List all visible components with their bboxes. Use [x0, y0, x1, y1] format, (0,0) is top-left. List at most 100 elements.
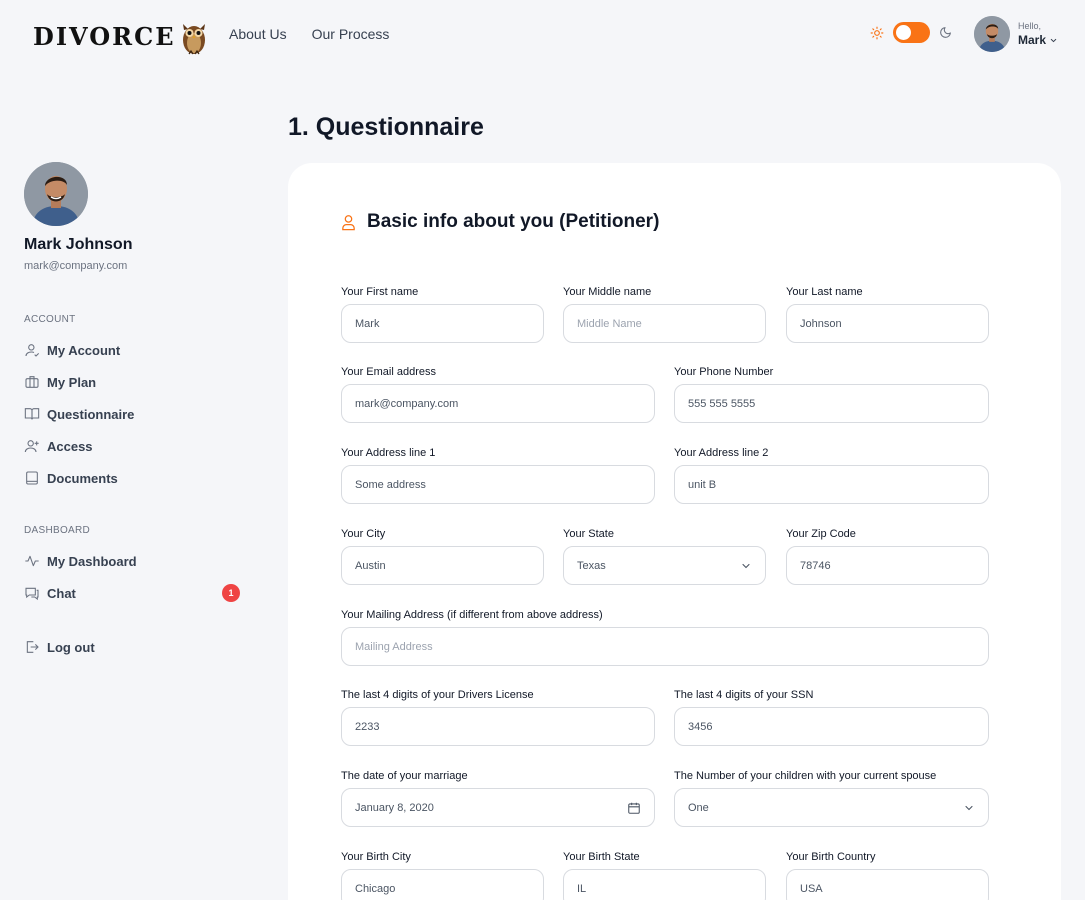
middle-name-field: Your Middle name Middle Name: [563, 285, 766, 343]
chat-icon: [24, 585, 40, 601]
moon-icon[interactable]: [939, 26, 952, 39]
document-icon: [24, 470, 40, 486]
marriage-date-input[interactable]: January 8, 2020: [341, 788, 655, 827]
toggle-knob: [896, 25, 911, 40]
birth-country-input[interactable]: USA: [786, 869, 989, 900]
logo-text: DIVORCE: [33, 21, 176, 51]
section-header: Basic info about you (Petitioner): [340, 211, 659, 233]
account-menu: My Account My Plan Questionnaire Access …: [24, 334, 244, 494]
profile-email: mark@company.com: [24, 260, 128, 272]
sidebar-item-label: My Plan: [47, 374, 97, 390]
sidebar-item-questionnaire[interactable]: Questionnaire: [24, 398, 244, 430]
address1-input[interactable]: Some address: [341, 465, 655, 504]
drivers-license-input[interactable]: 2233: [341, 707, 655, 746]
birth-state-input[interactable]: IL: [563, 869, 766, 900]
sun-icon[interactable]: [870, 26, 884, 40]
children-field: The Number of your children with your cu…: [674, 769, 989, 827]
top-header: DIVORCE About Us Our Process Hello, Mark: [0, 0, 1085, 68]
address1-field: Your Address line 1 Some address: [341, 446, 655, 504]
logo[interactable]: DIVORCE: [33, 16, 207, 56]
nav-about-us[interactable]: About Us: [229, 26, 287, 42]
email-field: Your Email address mark@company.com: [341, 365, 655, 423]
first-name-label: Your First name: [341, 286, 419, 298]
sidebar-item-label: Chat: [47, 585, 76, 601]
state-select[interactable]: Texas: [563, 546, 766, 585]
marriage-date-label: The date of your marriage: [341, 770, 468, 782]
address1-label: Your Address line 1: [341, 447, 436, 459]
phone-input[interactable]: 555 555 5555: [674, 384, 989, 423]
user-name-label: Mark: [1018, 33, 1047, 47]
chevron-down-icon: [963, 802, 975, 814]
theme-switcher: [870, 22, 952, 43]
sidebar-item-my-plan[interactable]: My Plan: [24, 366, 244, 398]
profile-name: Mark Johnson: [24, 236, 133, 253]
page-title: 1. Questionnaire: [288, 113, 484, 141]
city-field: Your City Austin: [341, 527, 544, 585]
drivers-license-field: The last 4 digits of your Drivers Licens…: [341, 688, 655, 746]
book-icon: [24, 406, 40, 422]
owl-logo-icon: [183, 24, 206, 55]
profile-avatar: [24, 162, 88, 226]
last-name-input[interactable]: Johnson: [786, 304, 989, 343]
first-name-field: Your First name Mark: [341, 285, 544, 343]
nav-our-process[interactable]: Our Process: [312, 26, 390, 42]
ssn-input[interactable]: 3456: [674, 707, 989, 746]
user-plus-icon: [24, 438, 40, 454]
logout-icon: [24, 639, 40, 655]
zip-field: Your Zip Code 78746: [786, 527, 989, 585]
last-name-label: Your Last name: [786, 286, 863, 298]
marriage-date-value: January 8, 2020: [355, 801, 434, 814]
children-label: The Number of your children with your cu…: [674, 770, 937, 782]
user-name: Mark: [1018, 34, 1058, 46]
dashboard-menu: My Dashboard Chat 1: [24, 545, 244, 609]
sidebar-item-access[interactable]: Access: [24, 430, 244, 462]
marriage-date-field: The date of your marriage January 8, 202…: [341, 769, 655, 827]
sidebar-item-my-dashboard[interactable]: My Dashboard: [24, 545, 244, 577]
birth-state-field: Your Birth State IL: [563, 850, 766, 900]
middle-name-input[interactable]: Middle Name: [563, 304, 766, 343]
sidebar-item-my-account[interactable]: My Account: [24, 334, 244, 366]
birth-city-field: Your Birth City Chicago: [341, 850, 544, 900]
city-input[interactable]: Austin: [341, 546, 544, 585]
account-section-heading: ACCOUNT: [24, 314, 76, 325]
birth-country-label: Your Birth Country: [786, 851, 876, 863]
drivers-license-label: The last 4 digits of your Drivers Licens…: [341, 689, 534, 701]
calendar-icon[interactable]: [627, 801, 641, 815]
zip-input[interactable]: 78746: [786, 546, 989, 585]
sidebar-item-label: My Account: [47, 342, 121, 358]
user-menu[interactable]: Hello, Mark: [974, 16, 1058, 52]
city-label: Your City: [341, 528, 386, 540]
theme-toggle[interactable]: [893, 22, 930, 43]
email-input[interactable]: mark@company.com: [341, 384, 655, 423]
state-field: Your State Texas: [563, 527, 766, 585]
children-value: One: [688, 801, 709, 814]
birth-city-input[interactable]: Chicago: [341, 869, 544, 900]
phone-field: Your Phone Number 555 555 5555: [674, 365, 989, 423]
sidebar-item-label: Questionnaire: [47, 406, 135, 422]
email-label: Your Email address: [341, 366, 436, 378]
children-select[interactable]: One: [674, 788, 989, 827]
user-greeting: Hello, Mark: [1018, 22, 1058, 46]
sidebar: Mark Johnson mark@company.com ACCOUNT My…: [24, 162, 244, 663]
state-label: Your State: [563, 528, 614, 540]
mailing-address-label: Your Mailing Address (if different from …: [341, 609, 603, 621]
hello-text: Hello,: [1018, 21, 1042, 31]
sidebar-item-label: Documents: [47, 470, 118, 486]
middle-name-label: Your Middle name: [563, 286, 652, 298]
avatar: [974, 16, 1010, 52]
address2-input[interactable]: unit B: [674, 465, 989, 504]
zip-label: Your Zip Code: [786, 528, 856, 540]
last-name-field: Your Last name Johnson: [786, 285, 989, 343]
address2-field: Your Address line 2 unit B: [674, 446, 989, 504]
chevron-down-icon: [740, 560, 752, 572]
briefcase-icon: [24, 374, 40, 390]
main-nav: About Us Our Process: [229, 26, 389, 42]
chat-unread-badge: 1: [222, 584, 240, 602]
dashboard-section-heading: DASHBOARD: [24, 525, 91, 536]
mailing-address-input[interactable]: Mailing Address: [341, 627, 989, 666]
ssn-field: The last 4 digits of your SSN 3456: [674, 688, 989, 746]
sidebar-item-chat[interactable]: Chat 1: [24, 577, 244, 609]
logout-link[interactable]: Log out: [24, 631, 244, 663]
first-name-input[interactable]: Mark: [341, 304, 544, 343]
sidebar-item-documents[interactable]: Documents: [24, 462, 244, 494]
